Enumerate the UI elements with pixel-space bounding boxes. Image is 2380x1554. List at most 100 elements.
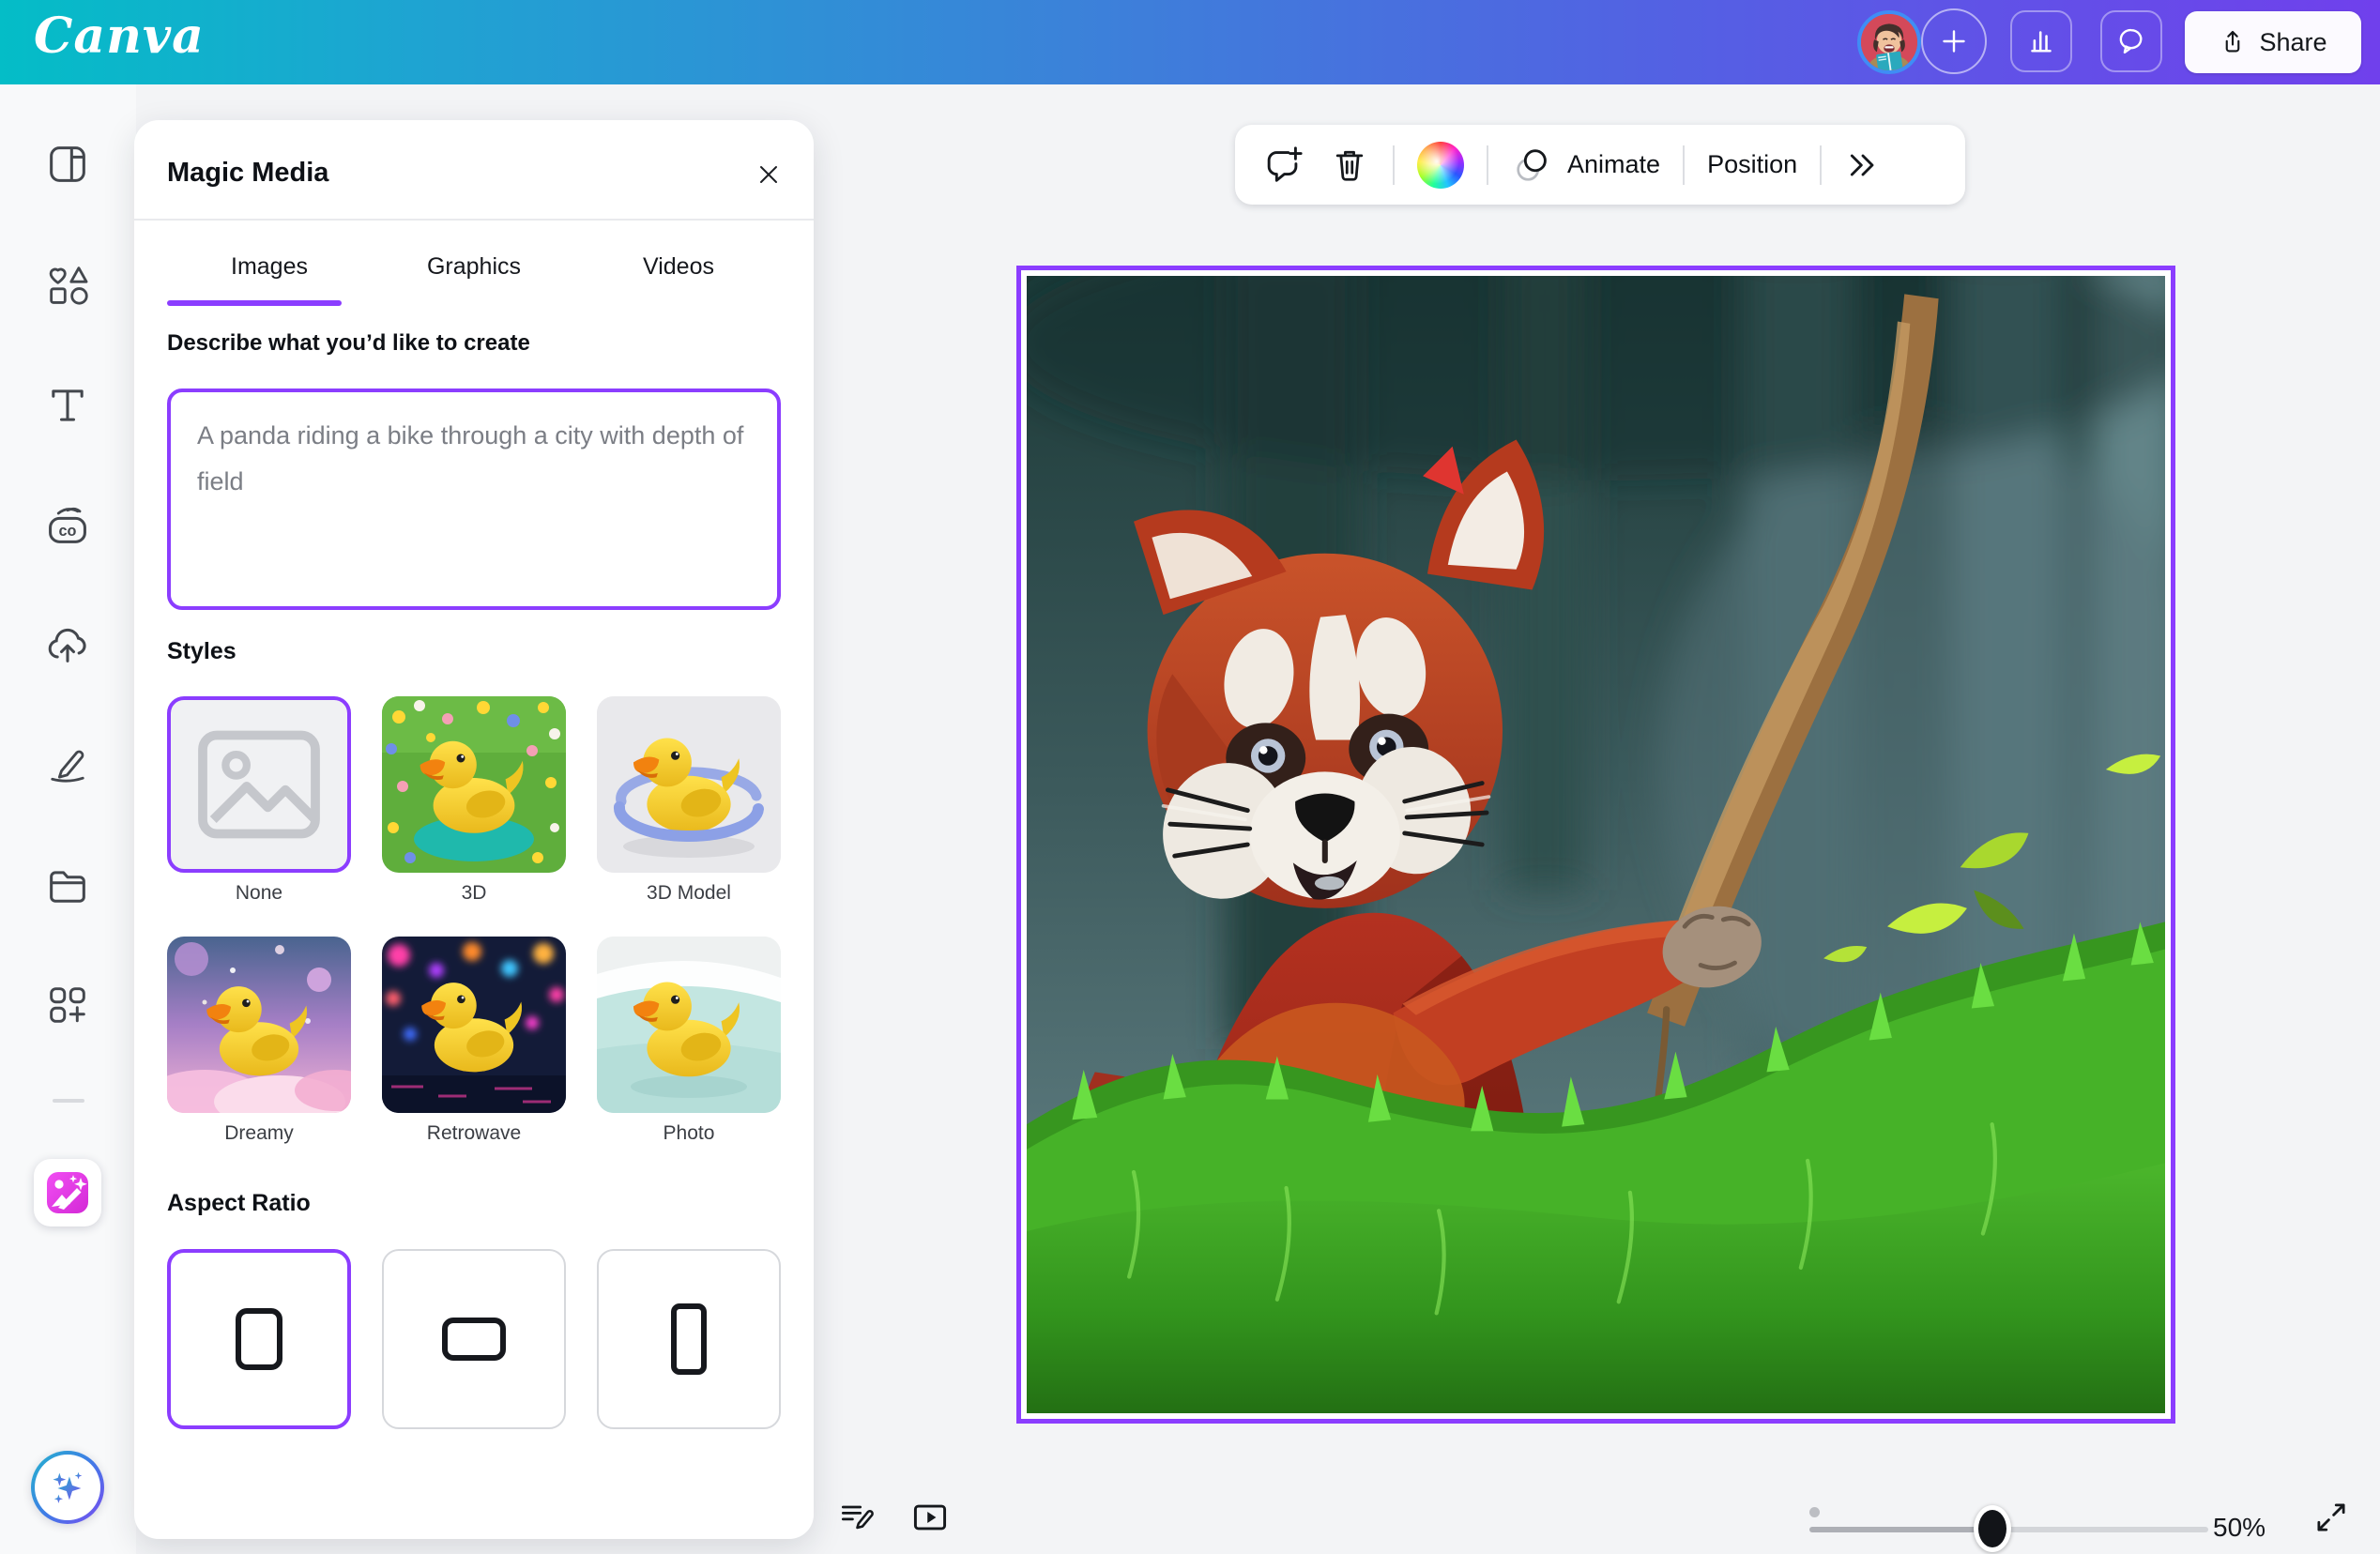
- present-icon: [908, 1497, 953, 1538]
- brand-icon: co: [43, 501, 92, 550]
- toolbar-divider: [1683, 145, 1685, 185]
- toolbar-divider: [1393, 145, 1395, 185]
- fullscreen-button[interactable]: [2307, 1494, 2356, 1541]
- tab-videos[interactable]: Videos: [576, 240, 781, 293]
- animate-button[interactable]: Animate: [1511, 144, 1660, 187]
- aspect-ratio-options: [167, 1249, 781, 1429]
- design-icon: [43, 140, 92, 189]
- style-option-none[interactable]: None: [167, 696, 351, 905]
- share-upload-icon: [2219, 27, 2247, 57]
- style-thumb-retrowave: [382, 937, 566, 1113]
- share-button[interactable]: Share: [2185, 11, 2361, 73]
- zoom-slider-knob[interactable]: [1974, 1505, 2011, 1552]
- sidebar-item-magic-media-app[interactable]: [34, 1159, 101, 1226]
- sidebar-item-design[interactable]: [39, 136, 96, 192]
- active-tab-indicator: [167, 300, 342, 306]
- sidebar-item-text[interactable]: [39, 377, 96, 434]
- sidebar-item-projects[interactable]: [39, 858, 96, 914]
- plus-icon: [1937, 24, 1971, 58]
- style-option-photo[interactable]: Photo: [597, 937, 781, 1145]
- sidebar-item-elements[interactable]: [39, 257, 96, 313]
- sidebar-item-draw[interactable]: [39, 736, 96, 792]
- zoom-slider-track[interactable]: [1809, 1527, 1993, 1532]
- expand-icon: [2311, 1498, 2351, 1537]
- comments-button[interactable]: [2100, 10, 2162, 72]
- canva-editor: Canva: [0, 0, 2380, 1554]
- user-avatar[interactable]: [1857, 10, 1921, 74]
- more-tools-button[interactable]: [1844, 146, 1882, 184]
- ai-sparkles-icon: [46, 1466, 89, 1509]
- canva-logo[interactable]: Canva: [34, 8, 205, 65]
- style-option-3d[interactable]: 3D: [382, 696, 566, 905]
- aspect-ratio-heading: Aspect Ratio: [167, 1190, 311, 1217]
- text-icon: [43, 381, 92, 430]
- style-label: Dreamy: [167, 1122, 351, 1145]
- animate-icon: [1511, 144, 1554, 187]
- zoom-level-value[interactable]: 50%: [2213, 1513, 2266, 1543]
- animate-label: Animate: [1567, 150, 1660, 179]
- more-chevrons-icon: [1844, 146, 1882, 184]
- style-option-3d-model[interactable]: 3D Model: [597, 696, 781, 905]
- tab-graphics[interactable]: Graphics: [372, 240, 576, 293]
- generated-image-red-panda[interactable]: [1027, 276, 2165, 1413]
- svg-text:co: co: [59, 523, 77, 540]
- panel-close-button[interactable]: [750, 156, 787, 193]
- canva-assistant-button[interactable]: [31, 1451, 104, 1524]
- insights-chart-icon: [2023, 23, 2059, 59]
- sidebar-item-brand[interactable]: co: [39, 497, 96, 554]
- panel-header-divider: [134, 219, 814, 221]
- notes-button[interactable]: [833, 1496, 880, 1539]
- zoom-fit-marker[interactable]: [1809, 1507, 1820, 1517]
- uploads-cloud-icon: [43, 620, 92, 669]
- style-label: Photo: [597, 1122, 781, 1145]
- style-label: Retrowave: [382, 1122, 566, 1145]
- toolbar-divider: [1487, 145, 1488, 185]
- avatar-image: [1861, 14, 1917, 70]
- sidebar-item-apps[interactable]: [39, 977, 96, 1033]
- style-thumb-dreamy: [167, 937, 351, 1113]
- sidebar-item-uploads[interactable]: [39, 617, 96, 673]
- style-option-retrowave[interactable]: Retrowave: [382, 937, 566, 1145]
- styles-grid: None: [167, 696, 781, 1145]
- draw-pen-icon: [43, 739, 92, 788]
- add-design-button[interactable]: [1921, 8, 1987, 74]
- canvas-page-selected[interactable]: [1016, 266, 2175, 1424]
- portrait-ratio-icon: [668, 1299, 709, 1379]
- aspect-option-portrait[interactable]: [597, 1249, 781, 1429]
- image-placeholder-icon: [171, 700, 347, 869]
- notes-icon: [836, 1497, 877, 1538]
- aspect-option-square[interactable]: [167, 1249, 351, 1429]
- comments-chat-icon: [2113, 23, 2149, 59]
- aspect-option-landscape[interactable]: [382, 1249, 566, 1429]
- magic-media-app-icon: [45, 1170, 90, 1215]
- tab-images[interactable]: Images: [167, 240, 372, 293]
- trash-icon: [1329, 145, 1370, 186]
- panel-title: Magic Media: [167, 158, 328, 189]
- style-thumb-photo: [597, 937, 781, 1113]
- sidebar-divider: [53, 1099, 84, 1103]
- toolbar-divider: [1820, 145, 1822, 185]
- insights-button[interactable]: [2010, 10, 2072, 72]
- prompt-input[interactable]: [167, 388, 781, 610]
- position-button[interactable]: Position: [1707, 150, 1797, 179]
- top-bar: Canva: [0, 0, 2380, 84]
- magic-media-panel: Magic Media Images Graphics Videos Descr…: [134, 120, 814, 1539]
- delete-button[interactable]: [1329, 145, 1370, 186]
- apps-grid-icon: [43, 981, 92, 1029]
- sidebar-rail: co: [0, 84, 136, 1554]
- present-button[interactable]: [905, 1496, 955, 1539]
- styles-heading: Styles: [167, 638, 236, 665]
- comment-add-icon: [1261, 144, 1304, 187]
- elements-icon: [43, 261, 92, 310]
- style-label: 3D Model: [597, 882, 781, 905]
- square-ratio-icon: [229, 1300, 289, 1379]
- landscape-ratio-icon: [437, 1313, 511, 1365]
- describe-label: Describe what you’d like to create: [167, 330, 530, 357]
- style-thumb-3d: [382, 696, 566, 873]
- color-wheel-button[interactable]: [1417, 142, 1464, 189]
- close-icon: [754, 160, 784, 190]
- comment-button[interactable]: [1261, 144, 1304, 187]
- object-toolbar: Animate Position: [1235, 125, 1965, 205]
- style-option-dreamy[interactable]: Dreamy: [167, 937, 351, 1145]
- zoom-slider-track[interactable]: [1993, 1527, 2208, 1532]
